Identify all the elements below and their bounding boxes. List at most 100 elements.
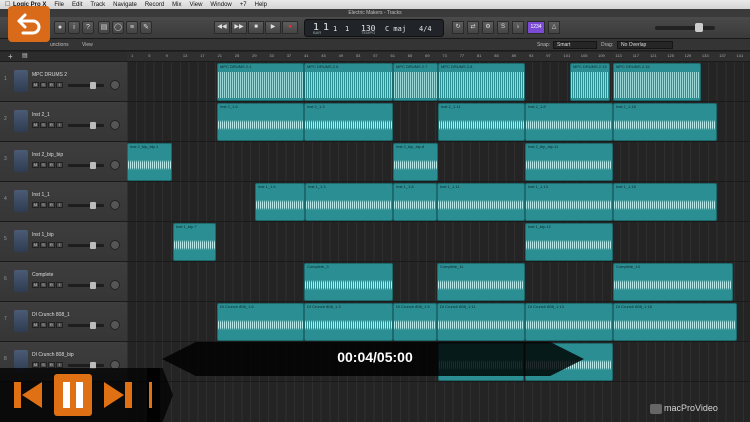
track-lane[interactable]: DI Crunch 808_1.6 DI Crunch 808_1.3 DI Cru… <box>127 302 750 342</box>
track-header[interactable]: 2 Inst 2_1 M S R I <box>0 102 127 142</box>
menu-record[interactable]: Record <box>145 2 164 8</box>
input-monitor-button[interactable]: I <box>56 122 63 128</box>
track-lane[interactable]: Inst 1_1.6 Inst 1_1.3 Inst 1_1.8 Inst 1_1.1… <box>127 182 750 222</box>
record-enable-button[interactable]: R <box>48 162 55 168</box>
track-lane[interactable]: Inst 2_1.6 Inst 2_1.3 Inst 2_1.11 Inst 2_1.… <box>127 102 750 142</box>
solo-button[interactable]: S <box>40 202 47 208</box>
mute-button[interactable]: M <box>32 282 39 288</box>
volume-fader[interactable] <box>68 242 104 249</box>
audio-region[interactable]: DI Crunch 808_1.6 <box>217 303 304 341</box>
volume-fader[interactable] <box>68 202 104 209</box>
volume-fader[interactable] <box>68 362 104 369</box>
lcd-display[interactable]: 1 1 1 1 130 C maj 4/4 BAR TEMPO <box>304 19 444 37</box>
solo-button[interactable]: S <box>40 242 47 248</box>
menu-window[interactable]: Window <box>210 2 231 8</box>
editors-icon[interactable]: ✎ <box>140 21 152 34</box>
track-name[interactable]: Inst 2_1 <box>32 112 50 118</box>
solo-button[interactable]: S <box>40 322 47 328</box>
audio-region[interactable]: Inst 2_1.16 <box>613 103 717 141</box>
audio-region[interactable]: MPC DRUMS 2.1 <box>217 63 304 101</box>
metronome-icon[interactable]: △ <box>548 21 560 34</box>
mute-button[interactable]: M <box>32 122 39 128</box>
track-instrument-icon[interactable] <box>14 70 28 92</box>
record-enable-button[interactable]: R <box>48 242 55 248</box>
track-lane[interactable]: Inst 2_bip_bip.1 Inst 2_bip_bip.8 Inst 2_b… <box>127 142 750 182</box>
help-icon[interactable]: ? <box>82 21 94 34</box>
menu-track[interactable]: Track <box>90 2 105 8</box>
master-volume-slider[interactable] <box>655 23 715 32</box>
track-name[interactable]: DI Crunch 808_bip <box>32 352 74 358</box>
audio-region[interactable]: Inst 1_1.8 <box>393 183 437 221</box>
mute-button[interactable]: M <box>32 322 39 328</box>
audio-region[interactable]: DI Crunch 808_1.16 <box>613 303 737 341</box>
track-lane[interactable]: MPC DRUMS 2.1 MPC DRUMS 2.6 MPC DRUMS 2.7 M… <box>127 62 750 102</box>
audio-region[interactable]: Inst 2_1.11 <box>438 103 525 141</box>
audio-region[interactable]: Inst 2_1.3 <box>304 103 393 141</box>
replace-icon[interactable]: ⇄ <box>467 21 479 34</box>
cycle-icon[interactable]: ↻ <box>452 21 464 34</box>
back-button[interactable] <box>8 6 50 42</box>
track-instrument-icon[interactable] <box>14 310 28 332</box>
track-name[interactable]: DI Crunch 808_1 <box>32 312 70 318</box>
record-enable-button[interactable]: R <box>48 82 55 88</box>
menu-navigate[interactable]: Navigate <box>113 2 137 8</box>
input-monitor-button[interactable]: I <box>56 322 63 328</box>
track-name[interactable]: MPC DRUMS 2 <box>32 72 67 78</box>
audio-region[interactable]: Inst 2_1.6 <box>217 103 304 141</box>
toolbar-icon[interactable]: ▤ <box>98 21 110 34</box>
view-menu[interactable]: View <box>82 42 93 48</box>
audio-region[interactable]: DI Crunch 808_1.9 <box>393 303 437 341</box>
input-monitor-button[interactable]: I <box>56 202 63 208</box>
track-header[interactable]: 7 DI Crunch 808_1 M S R I <box>0 302 127 342</box>
bar-ruler[interactable]: 1 5 9 13 17 21 25 29 33 37 41 45 49 53 57 61 65 69 73 77 81 8… <box>127 52 750 62</box>
previous-button[interactable] <box>10 374 46 416</box>
global-tracks-icon[interactable]: ▤ <box>22 52 28 59</box>
master-volume-knob[interactable] <box>695 23 703 32</box>
record-enable-button[interactable]: R <box>48 322 55 328</box>
stop-button[interactable]: ■ <box>248 21 264 34</box>
audio-region[interactable]: Complete_14 <box>613 263 733 301</box>
inspector-icon[interactable]: i <box>68 21 80 34</box>
input-monitor-button[interactable]: I <box>56 162 63 168</box>
audio-region[interactable]: MPC DRUMS 2.8 <box>438 63 525 101</box>
track-name[interactable]: Inst 2_bip_bip <box>32 152 63 158</box>
pan-knob[interactable] <box>110 160 120 170</box>
menu-edit[interactable]: Edit <box>72 2 82 8</box>
lcd-signature[interactable]: 4/4 <box>419 25 432 33</box>
add-track-icon[interactable]: + <box>8 52 13 61</box>
count-in-display[interactable]: 1234 <box>527 21 545 34</box>
audio-region[interactable]: Inst 1_1.16 <box>613 183 717 221</box>
lcd-key[interactable]: C maj <box>385 25 406 33</box>
audio-region[interactable]: Inst 2_1.8 <box>525 103 613 141</box>
audio-region[interactable]: Inst 1_1.11 <box>437 183 525 221</box>
pause-button[interactable] <box>54 374 92 416</box>
mute-button[interactable]: M <box>32 162 39 168</box>
forward-button[interactable]: ▶▶ <box>231 21 247 34</box>
audio-region[interactable]: Complete_11 <box>437 263 525 301</box>
track-instrument-icon[interactable] <box>14 230 28 252</box>
mute-button[interactable]: M <box>32 202 39 208</box>
record-button[interactable]: ● <box>282 21 298 34</box>
pan-knob[interactable] <box>110 80 120 90</box>
track-instrument-icon[interactable] <box>14 190 28 212</box>
volume-fader[interactable] <box>68 162 104 169</box>
menu-file[interactable]: File <box>54 2 64 8</box>
audio-region[interactable]: DI Crunch 808_1.3 <box>304 303 393 341</box>
volume-fader[interactable] <box>68 122 104 129</box>
input-monitor-button[interactable]: I <box>56 282 63 288</box>
count-in-icon[interactable]: ♭ <box>512 21 524 34</box>
audio-region[interactable]: Complete_3 <box>304 263 393 301</box>
solo-button[interactable]: S <box>40 82 47 88</box>
audio-region[interactable]: Inst 2_bip_bip.11 <box>525 143 613 181</box>
track-header[interactable]: 4 Inst 1_1 M S R I <box>0 182 127 222</box>
track-header[interactable]: 5 Inst 1_bip M S R I <box>0 222 127 262</box>
rewind-button[interactable]: ◀◀ <box>214 21 230 34</box>
functions-menu[interactable]: unctions <box>50 42 69 48</box>
library-icon[interactable]: ● <box>54 21 66 34</box>
snap-select[interactable]: Smart <box>553 41 597 49</box>
solo-button[interactable]: S <box>40 122 47 128</box>
volume-fader[interactable] <box>68 282 104 289</box>
menu-mix[interactable]: Mix <box>172 2 181 8</box>
audio-region[interactable]: Inst 1_1.3 <box>305 183 393 221</box>
audio-region[interactable]: Inst 1_bip.12 <box>525 223 613 261</box>
